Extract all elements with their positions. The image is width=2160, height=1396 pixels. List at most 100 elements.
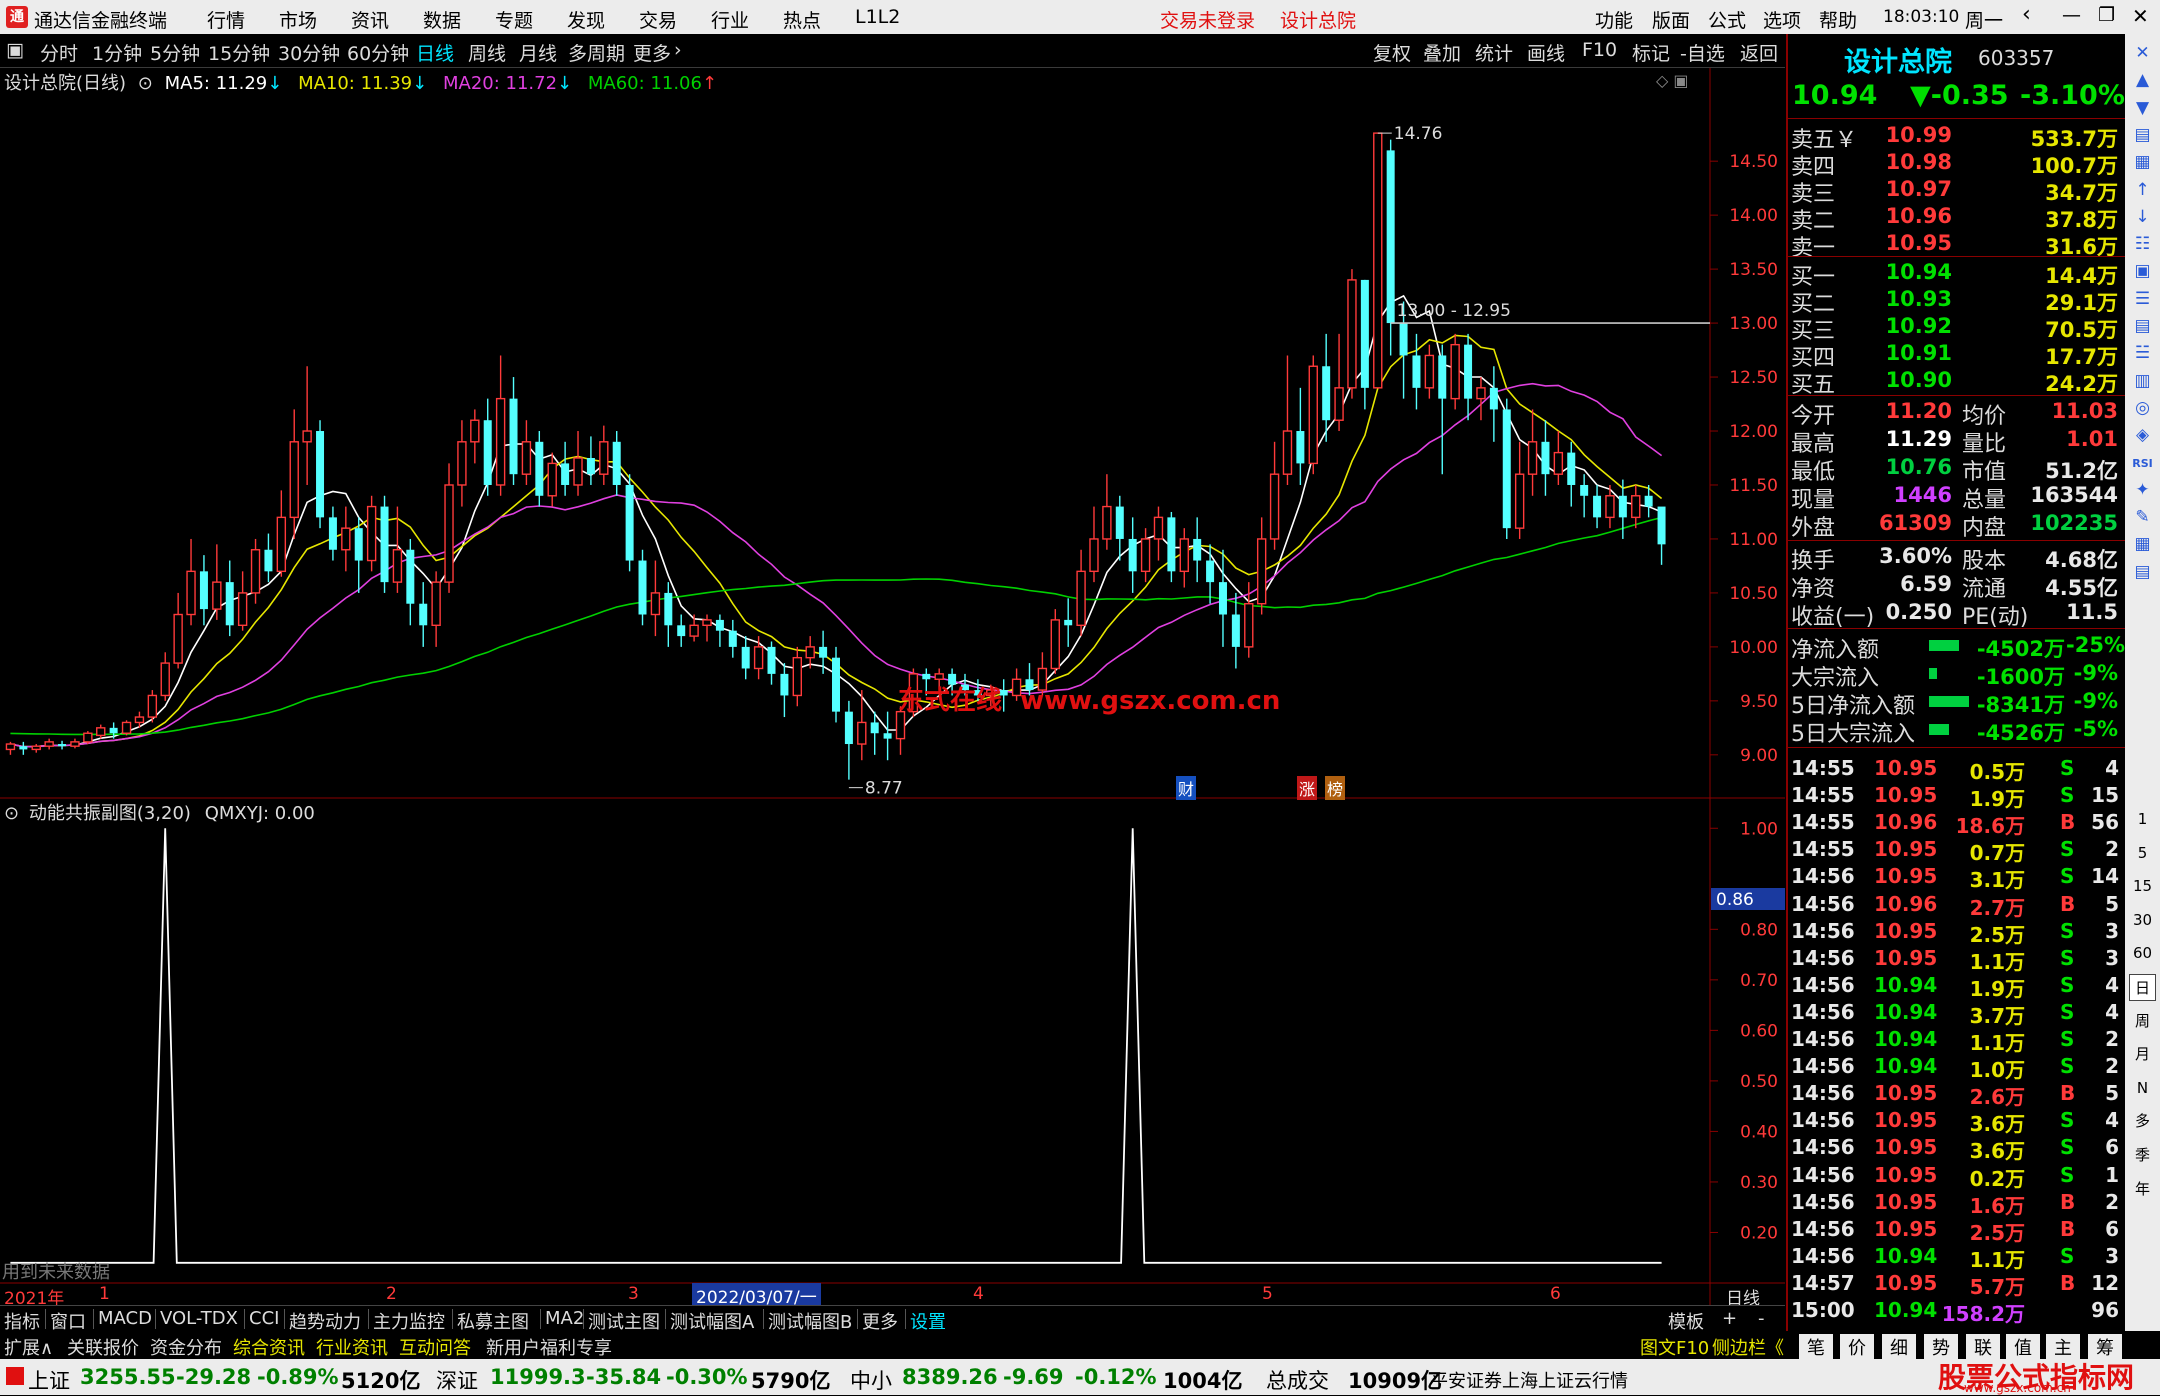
menu-item[interactable]: 帮助	[1819, 6, 1857, 33]
tick-row[interactable]: 14:56 10.95 3.6万 S 4	[1788, 1108, 2125, 1136]
event-badge-finance[interactable]: 财	[1176, 776, 1197, 800]
tick-row[interactable]: 14:56 10.95 0.2万 S 1	[1788, 1163, 2125, 1191]
template-tab[interactable]: -	[1758, 1308, 1765, 1329]
tool-button[interactable]: 叠加	[1423, 39, 1461, 66]
menu-item[interactable]: 版面	[1652, 6, 1690, 33]
tick-row[interactable]: 14:55 10.95 0.7万 S 2	[1788, 837, 2125, 865]
side-tool-icon[interactable]: ✕	[2129, 40, 2156, 67]
tool-button[interactable]: 标记	[1632, 39, 1670, 66]
timeframe-tab[interactable]: 周线	[468, 39, 506, 66]
trade-login-status[interactable]: 交易未登录	[1160, 6, 1255, 33]
indicator-tab[interactable]: MA2	[545, 1308, 584, 1329]
tick-row[interactable]: 14:56 10.95 2.5万 S 3	[1788, 919, 2125, 947]
indicator-tab[interactable]: VOL-TDX	[160, 1308, 238, 1329]
tick-row[interactable]: 14:56 10.94 1.9万 S 4	[1788, 973, 2125, 1001]
tick-row[interactable]: 14:56 10.94 1.1万 S 2	[1788, 1027, 2125, 1055]
side-period-button[interactable]: 周	[2129, 1008, 2156, 1035]
sh-index-label[interactable]: 上证	[28, 1365, 70, 1395]
tick-row[interactable]: 14:57 10.95 5.7万 B 12	[1788, 1271, 2125, 1299]
timeframe-tab[interactable]: 多周期	[568, 39, 625, 66]
tool-button[interactable]: 统计	[1475, 39, 1513, 66]
tick-row[interactable]: 14:56 10.96 2.7万 B 5	[1788, 892, 2125, 920]
tick-row[interactable]: 14:56 10.95 1.1万 S 3	[1788, 946, 2125, 974]
tick-row[interactable]: 14:56 10.94 1.0万 S 2	[1788, 1054, 2125, 1082]
timeframe-tab[interactable]: 15分钟	[208, 39, 270, 66]
side-tool-icon[interactable]: ☰	[2129, 286, 2156, 313]
menu-item[interactable]: 发现	[567, 6, 605, 33]
tick-row[interactable]: 14:56 10.95 3.6万 S 6	[1788, 1135, 2125, 1163]
timeframe-tab-active[interactable]: 日线	[416, 39, 454, 66]
menu-item[interactable]: 功能	[1595, 6, 1633, 33]
side-panel-tab[interactable]: 价	[1840, 1334, 1874, 1360]
side-tool-icon[interactable]: ✎	[2129, 504, 2156, 531]
indicator-tab[interactable]: MACD	[98, 1308, 152, 1329]
side-tool-icon[interactable]: ▥	[2129, 368, 2156, 395]
side-tool-icon[interactable]: ↑	[2129, 177, 2156, 204]
side-tool-icon[interactable]: ▼	[2129, 95, 2156, 122]
tick-row[interactable]: 14:55 10.96 18.6万 B 56	[1788, 810, 2125, 838]
back-arrow-icon[interactable]: ‹	[2022, 2, 2031, 27]
side-tool-icon[interactable]: ◎	[2129, 395, 2156, 422]
menu-item[interactable]: 热点	[783, 6, 821, 33]
side-tool-icon[interactable]: ▲	[2129, 67, 2156, 94]
side-tool-icon[interactable]: RSI	[2129, 450, 2156, 477]
menu-item[interactable]: 市场	[279, 6, 317, 33]
side-tool-icon[interactable]: ▤	[2129, 313, 2156, 340]
restore-icon[interactable]: ❐	[2098, 4, 2115, 26]
tool-button[interactable]: F10	[1582, 39, 1617, 61]
timeframe-tab-more[interactable]: 更多	[633, 39, 671, 66]
template-tab[interactable]: +	[1722, 1308, 1737, 1329]
menu-item[interactable]: 数据	[423, 6, 461, 33]
tick-row[interactable]: 14:56 10.95 3.1万 S 14	[1788, 864, 2125, 892]
extension-tab[interactable]: 扩展∧	[4, 1334, 53, 1360]
side-panel-tab[interactable]: 侧边栏《	[1712, 1334, 1784, 1360]
event-badge-limit-up[interactable]: 涨	[1297, 776, 1318, 800]
extension-tab[interactable]: 新用户福利专享	[486, 1334, 612, 1360]
side-tool-icon[interactable]: ☱	[2129, 340, 2156, 367]
side-period-button[interactable]: 5	[2129, 840, 2156, 867]
extension-tab[interactable]: 行业资讯	[316, 1334, 388, 1360]
side-tool-icon[interactable]: ☷	[2129, 231, 2156, 258]
zx-index-label[interactable]: 中小	[850, 1365, 892, 1395]
tick-row[interactable]: 14:55 10.95 1.9万 S 15	[1788, 783, 2125, 811]
side-period-button[interactable]: 1	[2129, 806, 2156, 833]
menu-item[interactable]: 交易	[639, 6, 677, 33]
side-period-button[interactable]: 30	[2129, 907, 2156, 934]
tick-row[interactable]: 14:55 10.95 0.5万 S 4	[1788, 756, 2125, 784]
side-tool-icon[interactable]: ▦	[2129, 149, 2156, 176]
side-period-button[interactable]: 年	[2129, 1176, 2156, 1203]
tick-row[interactable]: 14:56 10.94 3.7万 S 4	[1788, 1000, 2125, 1028]
side-tool-icon[interactable]: ✦	[2129, 477, 2156, 504]
side-period-button[interactable]: 60	[2129, 940, 2156, 967]
extension-tab[interactable]: 互动问答	[399, 1334, 471, 1360]
kline-chart[interactable]: 14.5014.0013.5013.0012.5012.0011.5011.00…	[0, 68, 1785, 1305]
tick-row[interactable]: 15:00 10.94 158.2万 96	[1788, 1298, 2125, 1326]
menu-item[interactable]: 资讯	[351, 6, 389, 33]
side-panel-tab[interactable]: 细	[1882, 1334, 1916, 1360]
tick-row[interactable]: 14:56 10.95 2.5万 B 6	[1788, 1217, 2125, 1245]
tool-button[interactable]: 复权	[1373, 39, 1411, 66]
side-tool-icon[interactable]: ▤	[2129, 559, 2156, 586]
timeframe-tab[interactable]: 分时	[40, 39, 78, 66]
side-period-button[interactable]: N	[2129, 1075, 2156, 1102]
chart-resize-icon[interactable]: ◇ ▣	[1656, 71, 1689, 90]
minimize-icon[interactable]: —	[2062, 4, 2081, 26]
close-icon[interactable]: ✕	[2132, 4, 2149, 28]
side-tool-icon[interactable]: ▣	[2129, 258, 2156, 285]
side-period-button[interactable]: 多	[2129, 1108, 2156, 1135]
side-period-button[interactable]: 月	[2129, 1041, 2156, 1068]
tool-button[interactable]: -自选	[1680, 39, 1725, 66]
event-badge-list[interactable]: 榜	[1325, 776, 1346, 800]
side-panel-tab[interactable]: 图文F10	[1640, 1334, 1709, 1360]
side-tool-icon[interactable]: ▤	[2129, 122, 2156, 149]
extension-tab[interactable]: 关联报价	[67, 1334, 139, 1360]
tick-row[interactable]: 14:56 10.94 1.1万 S 3	[1788, 1244, 2125, 1272]
timeframe-tab[interactable]: 60分钟	[347, 39, 409, 66]
extension-tab[interactable]: 资金分布	[150, 1334, 222, 1360]
legend-dropdown-icon[interactable]: ⊙	[138, 73, 153, 94]
side-tool-icon[interactable]: ◈	[2129, 422, 2156, 449]
menu-item[interactable]: 选项	[1763, 6, 1801, 33]
extension-tab[interactable]: 综合资讯	[233, 1334, 305, 1360]
side-period-button[interactable]: 日	[2129, 974, 2156, 1001]
side-panel-tab[interactable]: 笔	[1799, 1334, 1833, 1360]
